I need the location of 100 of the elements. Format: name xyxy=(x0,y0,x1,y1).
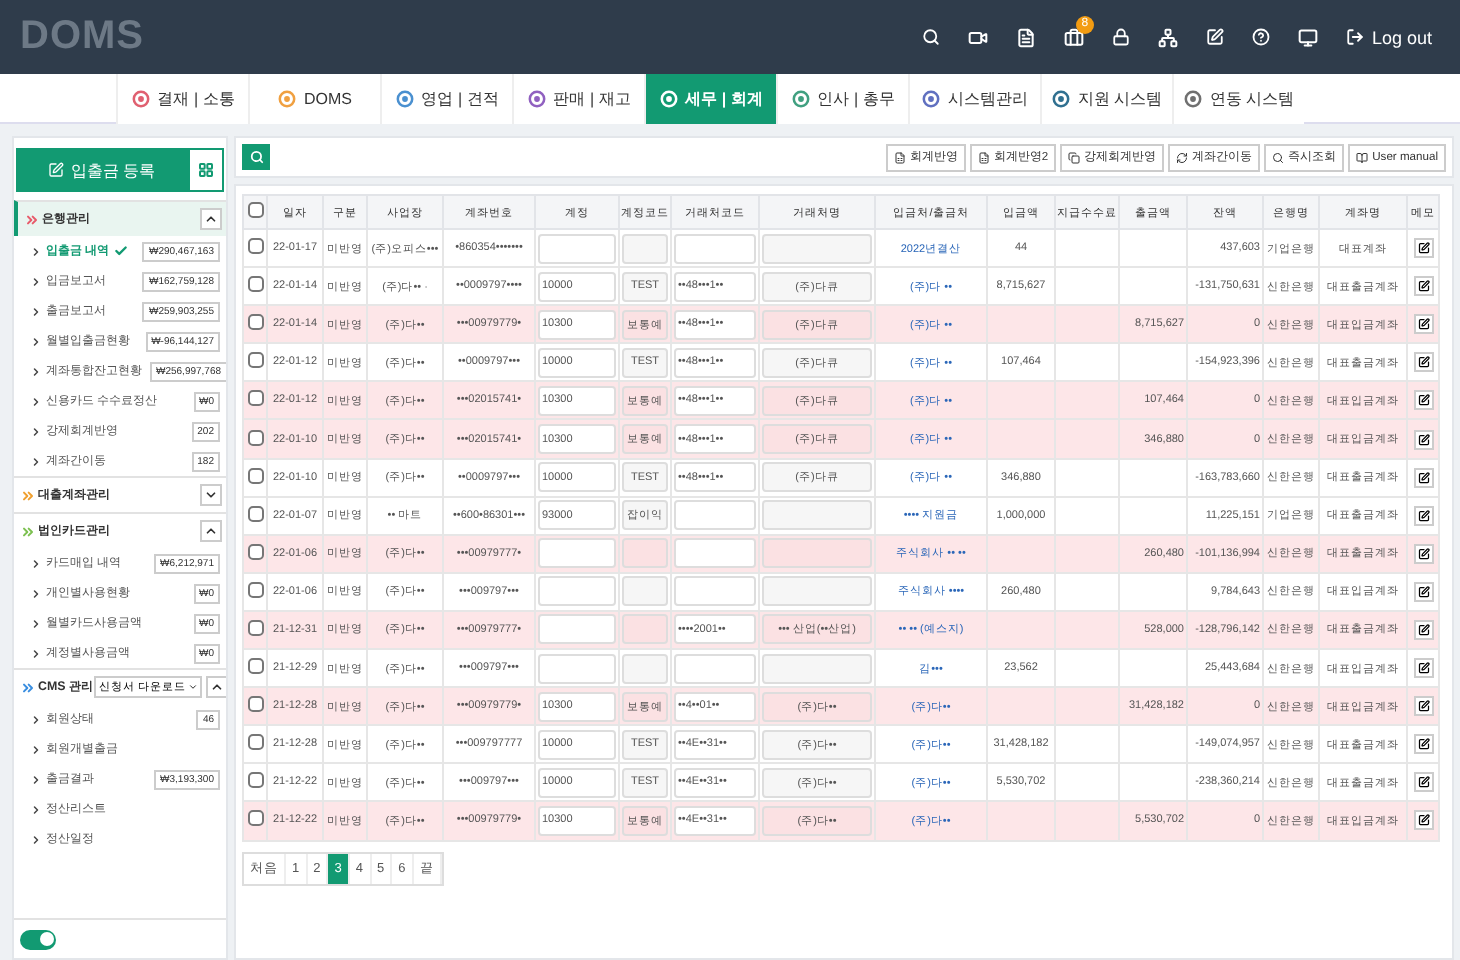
collapse-toggle[interactable] xyxy=(200,520,222,542)
toggle-switch[interactable] xyxy=(20,929,56,949)
document-icon[interactable] xyxy=(1015,27,1036,47)
nav-tab[interactable]: DOMS xyxy=(248,74,380,124)
nav-tab[interactable]: 결재 | 소통 xyxy=(116,74,248,124)
input-field[interactable] xyxy=(674,233,756,264)
nav-tab[interactable]: 연동 시스템 xyxy=(1172,74,1304,124)
memo-button[interactable] xyxy=(1413,658,1433,679)
collapse-toggle[interactable] xyxy=(200,484,222,506)
input-field[interactable] xyxy=(674,576,756,607)
memo-button[interactable] xyxy=(1413,696,1433,717)
row-checkbox[interactable] xyxy=(247,352,263,369)
input-field[interactable] xyxy=(538,538,616,569)
nav-tab[interactable]: 영업 | 견적 xyxy=(380,74,512,124)
search-button[interactable] xyxy=(242,144,270,170)
memo-button[interactable] xyxy=(1413,810,1433,831)
edit-icon xyxy=(1417,585,1429,598)
row-checkbox[interactable] xyxy=(247,467,263,484)
logout-button[interactable]: Log out xyxy=(1345,27,1432,47)
chevron-icon xyxy=(30,743,42,755)
chevron-up-icon xyxy=(204,212,218,226)
chevron-icon xyxy=(30,365,42,377)
row-checkbox[interactable] xyxy=(247,505,263,522)
table-cell xyxy=(1119,458,1187,497)
edit-icon xyxy=(1417,547,1429,560)
row-checkbox[interactable] xyxy=(247,696,263,713)
edit-icon[interactable] xyxy=(1205,28,1224,46)
collapse-toggle[interactable] xyxy=(200,208,222,230)
input-field[interactable] xyxy=(538,576,616,607)
input-field[interactable] xyxy=(762,576,872,607)
nav-tab[interactable]: 판매 | 재고 xyxy=(512,74,644,124)
sitemap-icon[interactable] xyxy=(1157,27,1178,47)
help-icon[interactable] xyxy=(1251,28,1270,46)
table-cell xyxy=(1055,496,1119,535)
memo-button[interactable] xyxy=(1413,314,1433,335)
row-checkbox[interactable] xyxy=(247,772,263,789)
memo-button[interactable] xyxy=(1413,429,1433,450)
chevron-icon xyxy=(30,773,42,785)
memo-button[interactable] xyxy=(1413,543,1433,564)
memo-button[interactable] xyxy=(1413,581,1433,602)
input-field[interactable] xyxy=(762,233,872,264)
video-icon[interactable] xyxy=(967,27,988,47)
row-checkbox[interactable] xyxy=(247,238,263,255)
nav-tab[interactable]: 세무 | 회계 xyxy=(644,74,776,124)
input-field[interactable] xyxy=(674,500,756,531)
select-all-checkbox[interactable] xyxy=(247,202,263,218)
nav-tab[interactable]: 인사 | 총무 xyxy=(776,74,908,124)
edit-icon xyxy=(1417,776,1429,789)
input-field[interactable] xyxy=(762,653,872,684)
memo-button[interactable] xyxy=(1413,238,1433,259)
table-cell xyxy=(1055,801,1119,840)
chevron-icon xyxy=(30,455,42,467)
input-field[interactable] xyxy=(674,653,756,684)
row-checkbox[interactable] xyxy=(247,619,263,636)
edit-icon xyxy=(1417,242,1429,255)
input-field[interactable] xyxy=(538,653,616,684)
memo-button[interactable] xyxy=(1413,505,1433,526)
row-checkbox[interactable] xyxy=(247,543,263,560)
collapse-toggle[interactable] xyxy=(206,676,226,698)
input-field[interactable] xyxy=(762,538,872,569)
grid-button[interactable] xyxy=(188,148,224,192)
row-checkbox[interactable] xyxy=(247,429,263,446)
memo-button[interactable] xyxy=(1413,619,1433,640)
search-icon xyxy=(249,150,263,164)
row-checkbox[interactable] xyxy=(247,658,263,675)
input-field[interactable] xyxy=(674,538,756,569)
memo-button[interactable] xyxy=(1413,467,1433,488)
lock-icon[interactable] xyxy=(1111,28,1130,46)
memo-button[interactable] xyxy=(1413,352,1433,373)
register-button[interactable]: 입출금 등록 xyxy=(16,148,188,192)
search-icon xyxy=(1272,151,1285,163)
memo-button[interactable] xyxy=(1413,276,1433,297)
search-icon[interactable] xyxy=(921,28,940,46)
input-field[interactable] xyxy=(538,614,616,645)
row-checkbox[interactable] xyxy=(247,276,263,293)
input-field[interactable] xyxy=(538,233,616,264)
row-checkbox[interactable] xyxy=(247,734,263,751)
briefcase-icon[interactable] xyxy=(1063,27,1084,47)
input-field[interactable] xyxy=(622,538,668,569)
chevron-icon xyxy=(30,335,42,347)
monitor-icon[interactable] xyxy=(1297,27,1318,47)
chevron-icon xyxy=(30,245,42,257)
row-checkbox[interactable] xyxy=(247,314,263,331)
input-field[interactable] xyxy=(622,653,668,684)
input-field[interactable] xyxy=(762,500,872,531)
memo-button[interactable] xyxy=(1413,772,1433,793)
nav-tab[interactable]: 지원 시스템 xyxy=(1040,74,1172,124)
input-field[interactable] xyxy=(622,576,668,607)
caret-icon xyxy=(188,682,198,692)
memo-button[interactable] xyxy=(1413,390,1433,411)
table-cell xyxy=(1055,572,1119,611)
input-field[interactable] xyxy=(622,614,668,645)
row-checkbox[interactable] xyxy=(247,581,263,598)
nav-tab[interactable]: 시스템관리 xyxy=(908,74,1040,124)
input-field[interactable] xyxy=(622,233,668,264)
memo-button[interactable] xyxy=(1413,734,1433,755)
row-checkbox[interactable] xyxy=(247,390,263,407)
edit-icon xyxy=(1417,280,1429,293)
app-logo: DOMS xyxy=(20,14,146,60)
row-checkbox[interactable] xyxy=(247,810,263,827)
